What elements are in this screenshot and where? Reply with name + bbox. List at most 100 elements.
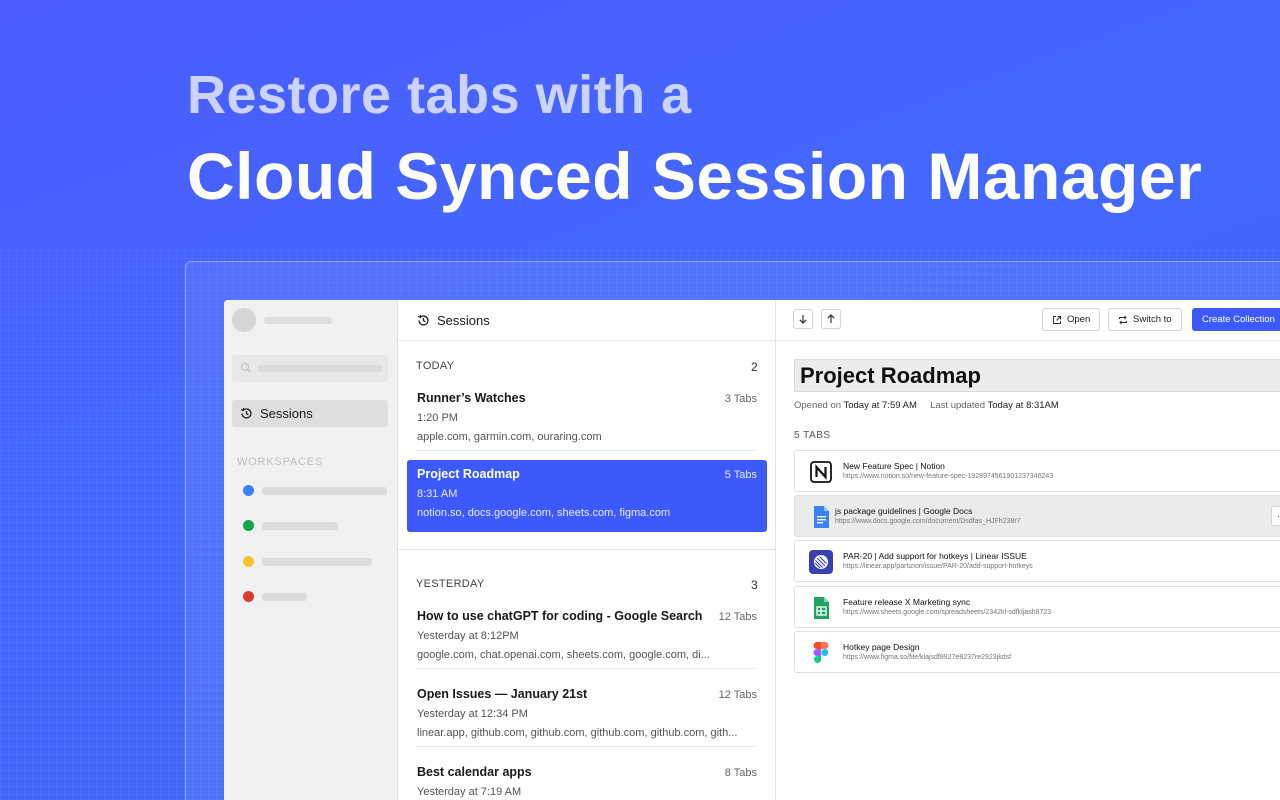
search-input[interactable]: [232, 355, 388, 382]
detail-toolbar: Open Switch to Create Collection: [776, 300, 1280, 341]
workspace-color-dot: [243, 485, 254, 496]
session-title: Runner’s Watches: [417, 391, 526, 405]
tab-title: PAR-20 | Add support for hotkeys | Linea…: [843, 551, 1027, 561]
session-title: Open Issues — January 21st: [417, 687, 587, 701]
create-collection-button[interactable]: Create Collection: [1192, 308, 1280, 331]
group-header-yesterday: YESTERDAY 3: [416, 578, 758, 592]
divider: [416, 668, 756, 669]
workspace-name-placeholder: [262, 593, 307, 601]
session-item-selected[interactable]: Project Roadmap 5 Tabs 8:31 AM notion.so…: [407, 460, 767, 532]
move-up-button[interactable]: [821, 309, 841, 329]
hero-heading-line2: Cloud Synced Session Manager: [187, 138, 1202, 214]
user-name-placeholder: [264, 317, 332, 324]
workspace-name-placeholder: [262, 522, 338, 530]
search-icon: [240, 362, 252, 374]
workspaces-label: WORKSPACES: [237, 456, 323, 468]
tab-url: https://linear.app/partizion/issue/PAR-2…: [843, 563, 1033, 570]
workspace-item[interactable]: [243, 556, 372, 567]
tab-row[interactable]: Hotkey page Design https://www.figma.so/…: [794, 631, 1280, 673]
workspace-item[interactable]: [243, 520, 338, 531]
tab-title: js package guidelines | Google Docs: [835, 506, 972, 516]
session-tab-count: 8 Tabs: [725, 767, 757, 779]
google-docs-icon: [809, 505, 833, 529]
session-tab-count: 12 Tabs: [719, 611, 757, 623]
external-link-icon: [1052, 315, 1062, 325]
session-item[interactable]: Runner’s Watches 3 Tabs 1:20 PM apple.co…: [407, 384, 767, 456]
workspace-color-dot: [243, 520, 254, 531]
updated-label: Last updated: [930, 400, 985, 411]
opened-label: Opened on: [794, 400, 841, 411]
notion-icon: [809, 460, 833, 484]
move-down-button[interactable]: [793, 309, 813, 329]
arrow-down-icon: [798, 314, 808, 324]
tab-count-label: 5 TABS: [794, 430, 831, 441]
sessions-header-title: Sessions: [437, 313, 490, 328]
session-domains: apple.com, garmin.com, ouraring.com: [417, 431, 747, 443]
create-collection-label: Create Collection: [1202, 314, 1275, 325]
tab-url: https://www.sheets.google.com/spreadshee…: [843, 609, 1051, 616]
figma-icon: [809, 641, 833, 665]
session-item[interactable]: Open Issues — January 21st 12 Tabs Yeste…: [407, 680, 767, 752]
workspace-name-placeholder: [262, 558, 372, 566]
workspace-color-dot: [243, 591, 254, 602]
arrow-up-icon: [826, 314, 836, 324]
workspace-item[interactable]: [243, 485, 387, 496]
session-title: Best calendar apps: [417, 765, 532, 779]
group-separator: [398, 549, 776, 550]
group-label: YESTERDAY: [416, 578, 485, 592]
tab-url: https://www.docs.google.com/document/Dsd…: [835, 518, 1021, 525]
switch-icon: [1118, 315, 1128, 325]
opened-value: Today at 7:59 AM: [843, 400, 916, 411]
tab-title: New Feature Spec | Notion: [843, 461, 945, 471]
open-button-label: Open: [1067, 314, 1090, 325]
session-time: 1:20 PM: [417, 412, 757, 424]
tab-url: https://www.figma.so/file/klajsdf8927e82…: [843, 654, 1011, 661]
avatar[interactable]: [232, 308, 256, 332]
group-label: TODAY: [416, 360, 454, 374]
open-button[interactable]: Open: [1042, 308, 1100, 331]
tab-more-button[interactable]: ...: [1271, 506, 1280, 526]
session-time: 8:31 AM: [417, 488, 757, 500]
sidebar-item-sessions[interactable]: Sessions: [232, 400, 388, 427]
session-domains: notion.so, docs.google.com, sheets.com, …: [417, 507, 747, 519]
tab-row[interactable]: PAR-20 | Add support for hotkeys | Linea…: [794, 540, 1280, 582]
tab-row-hovered[interactable]: js package guidelines | Google Docs http…: [794, 495, 1280, 537]
divider: [416, 746, 756, 747]
session-title-input[interactable]: Project Roadmap: [794, 359, 1280, 392]
linear-icon: [809, 550, 833, 574]
sessions-header: Sessions: [398, 300, 775, 341]
tab-title: Feature release X Marketing sync: [843, 597, 970, 607]
session-time: Yesterday at 8:12PM: [417, 630, 757, 642]
session-detail: Open Switch to Create Collection Project…: [776, 300, 1280, 800]
session-item[interactable]: How to use chatGPT for coding - Google S…: [407, 602, 767, 674]
divider: [416, 450, 756, 451]
tab-url: https://www.notion.so/new-feature-spec-1…: [843, 473, 1054, 480]
workspace-name-placeholder: [262, 487, 387, 495]
session-item[interactable]: Best calendar apps 8 Tabs Yesterday at 7…: [407, 758, 767, 800]
group-count: 2: [751, 360, 758, 374]
tab-row[interactable]: Feature release X Marketing sync https:/…: [794, 586, 1280, 628]
google-sheets-icon: [809, 596, 833, 620]
group-count: 3: [751, 578, 758, 592]
hero-heading-line1: Restore tabs with a: [187, 64, 692, 126]
switch-to-button[interactable]: Switch to: [1108, 308, 1182, 331]
history-icon: [417, 314, 430, 327]
workspace-item[interactable]: [243, 591, 307, 602]
switch-to-label: Switch to: [1133, 314, 1172, 325]
group-header-today: TODAY 2: [416, 360, 758, 374]
session-tab-count: 12 Tabs: [719, 689, 757, 701]
session-domains: linear.app, github.com, github.com, gith…: [417, 727, 747, 739]
tab-row[interactable]: New Feature Spec | Notion https://www.no…: [794, 450, 1280, 492]
history-icon: [240, 407, 253, 420]
session-tab-count: 3 Tabs: [725, 393, 757, 405]
sessions-panel: Sessions TODAY 2 Runner’s Watches 3 Tabs…: [398, 300, 776, 800]
session-title: Project Roadmap: [417, 467, 520, 481]
app-window: Sessions WORKSPACES Sessions: [224, 300, 1280, 800]
session-domains: google.com, chat.openai.com, sheets.com,…: [417, 649, 747, 661]
session-meta: Opened on Today at 7:59 AM Last updated …: [794, 400, 1059, 411]
sidebar-item-label: Sessions: [260, 406, 313, 421]
search-placeholder: [258, 365, 382, 372]
session-tab-count: 5 Tabs: [725, 469, 757, 481]
sidebar: Sessions WORKSPACES: [224, 300, 398, 800]
tab-title: Hotkey page Design: [843, 642, 920, 652]
